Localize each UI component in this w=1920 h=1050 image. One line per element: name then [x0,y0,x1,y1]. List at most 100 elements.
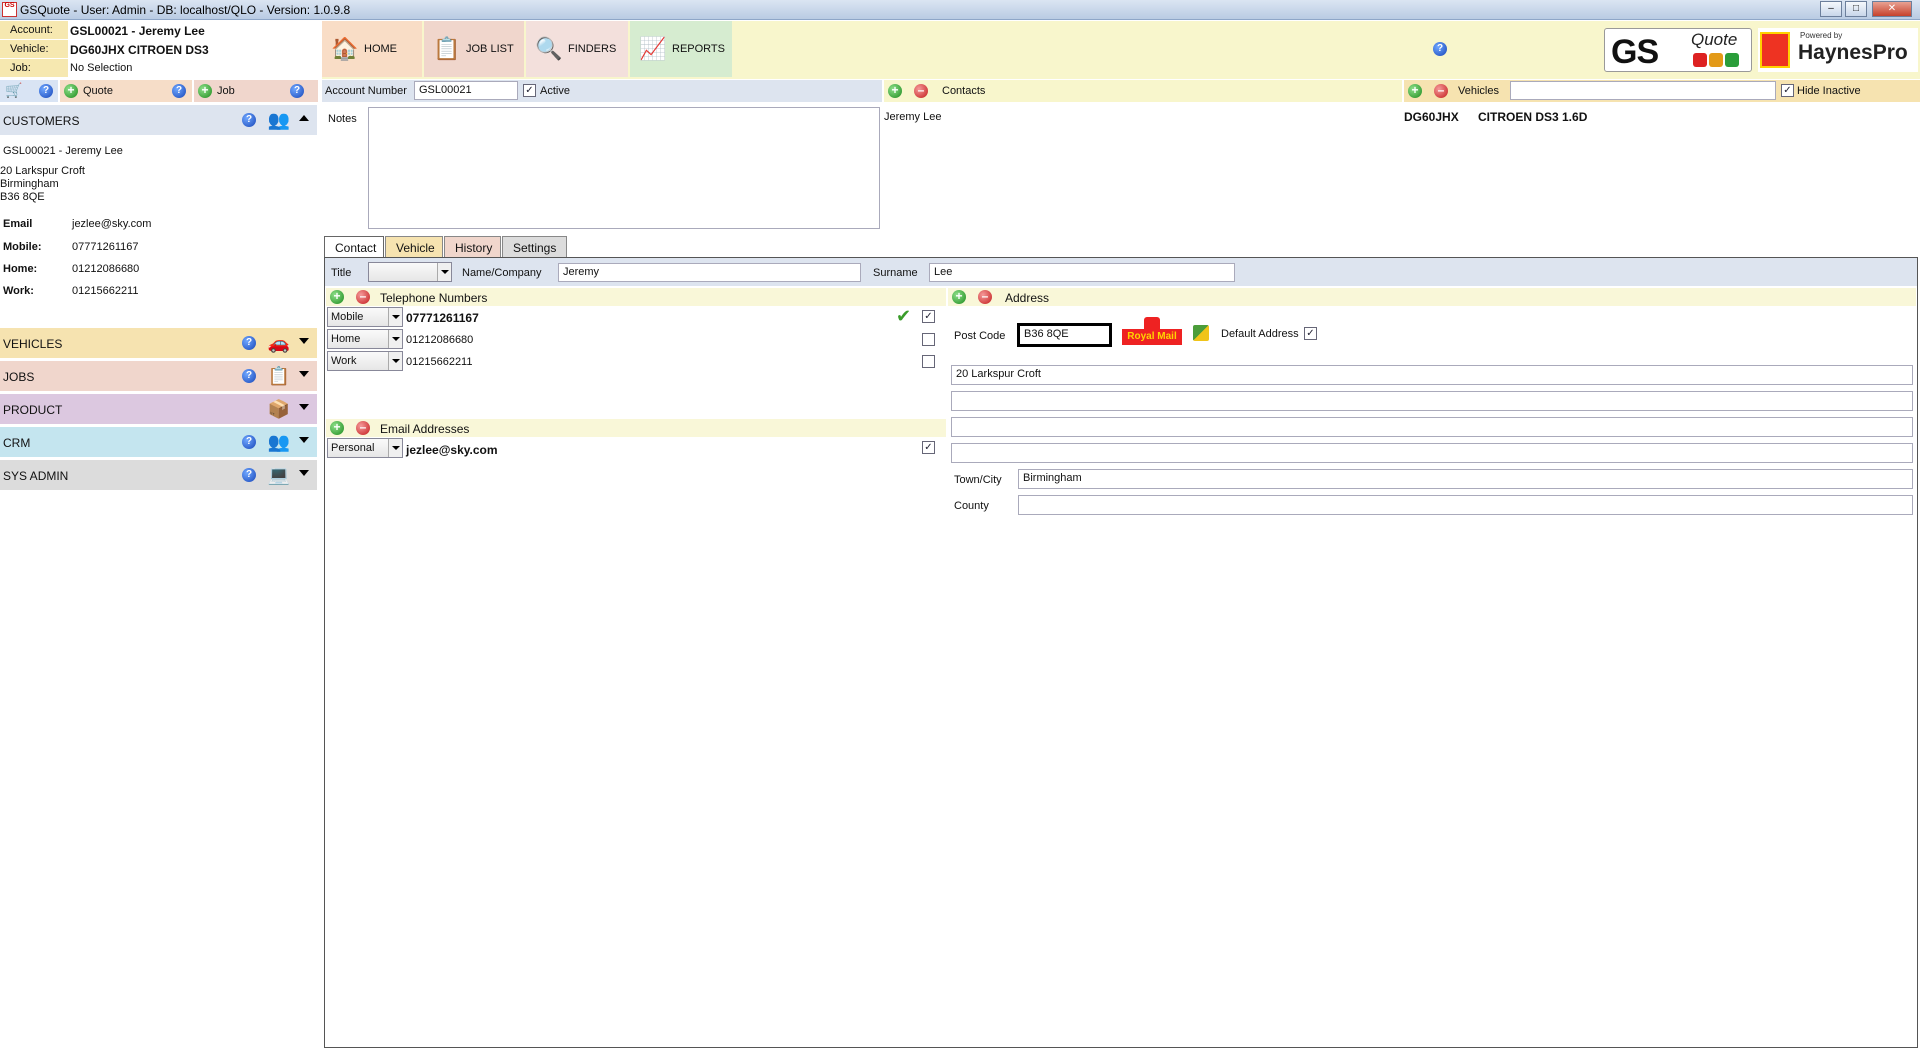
remove-vehicle-icon[interactable]: – [1434,84,1448,98]
notes-textarea[interactable] [368,107,880,229]
expand-arrow-icon[interactable] [299,404,309,410]
home-button[interactable]: 🏠 HOME [322,21,422,77]
sys-admin-help-icon[interactable]: ? [242,468,256,482]
default-address-checkbox[interactable]: ✓ [1304,327,1317,340]
sys-admin-label: SYS ADMIN [3,469,69,483]
quote-help-icon[interactable]: ? [172,84,186,98]
surname-field[interactable]: Lee [929,263,1235,282]
account-number-field[interactable]: GSL00021 [414,81,518,100]
address-line4-field[interactable] [951,443,1913,463]
cart-icon[interactable]: 🛒 [5,82,22,99]
royal-mail-lookup-button[interactable]: Royal Mail [1122,317,1182,353]
job-label-action: Job [217,85,235,97]
window-title: GSQuote - User: Admin - DB: localhost/QL… [20,3,351,17]
new-quote-button[interactable]: + Quote ? [60,80,192,102]
product-section-header[interactable]: PRODUCT 📦 [0,394,317,424]
jobs-help-icon[interactable]: ? [242,369,256,383]
county-field[interactable] [1018,495,1913,515]
customer-email[interactable]: jezlee@sky.com [72,218,151,230]
email-header-label: Email Addresses [380,422,470,436]
expand-arrow-icon[interactable] [299,437,309,443]
vehicle-search-field[interactable] [1510,81,1776,100]
customer-header: GSL00021 - Jeremy Lee [3,145,123,157]
cart-help-icon[interactable]: ? [39,84,53,98]
map-icon[interactable] [1193,325,1209,341]
close-button[interactable]: ✕ [1872,1,1912,17]
active-checkbox[interactable]: ✓ [523,84,536,97]
add-vehicle-icon[interactable]: + [1408,84,1422,98]
finders-button[interactable]: 🔍 FINDERS [526,21,628,77]
phone-type-select[interactable]: Work [327,351,403,371]
address-line3-field[interactable] [951,417,1913,437]
phone-type-select[interactable]: Mobile [327,307,403,327]
address-line2-field[interactable] [951,391,1913,411]
tab-history[interactable]: History [444,236,501,258]
postcode-field[interactable]: B36 8QE [1017,323,1112,347]
name-company-field[interactable]: Jeremy [558,263,861,282]
sys-admin-section-header[interactable]: SYS ADMIN ? 💻 [0,460,317,490]
add-email-icon[interactable]: + [330,421,344,435]
expand-arrow-icon[interactable] [299,470,309,476]
postcode-label: Post Code [954,330,1006,342]
email-label: Email [3,218,33,230]
email-type-select[interactable]: Personal [327,438,403,458]
remove-email-icon[interactable]: – [356,421,370,435]
remove-address-icon[interactable]: – [978,290,992,304]
add-address-icon[interactable]: + [952,290,966,304]
toolbar-help-icon[interactable]: ? [1433,42,1447,56]
hide-inactive-checkbox[interactable]: ✓ [1781,84,1794,97]
crm-section-header[interactable]: CRM ? 👥 [0,427,317,457]
job-help-icon[interactable]: ? [290,84,304,98]
crm-people-icon: 👥 [267,432,291,452]
add-phone-icon[interactable]: + [330,290,344,304]
tab-vehicle[interactable]: Vehicle [385,236,443,258]
minimize-button[interactable]: – [1820,1,1842,17]
expand-arrow-icon[interactable] [299,338,309,344]
chevron-down-icon [437,263,451,281]
customer-address-line1: 20 Larkspur Croft [0,165,85,177]
vehicles-section-header[interactable]: VEHICLES ? 🚗 [0,328,317,358]
phone-type-value: Mobile [331,311,364,323]
jobs-section-header[interactable]: JOBS ? 📋 [0,361,317,391]
phone-primary-checkbox[interactable]: ✓ [922,310,935,323]
maximize-button[interactable]: □ [1845,1,1867,17]
email-address[interactable]: jezlee@sky.com [406,443,498,457]
phone-number[interactable]: 07771261167 [406,311,479,325]
new-job-button[interactable]: + Job ? [194,80,318,102]
customers-help-icon[interactable]: ? [242,113,256,127]
phone-primary-checkbox[interactable] [922,355,935,368]
remove-phone-icon[interactable]: – [356,290,370,304]
royal-mail-text: Royal Mail [1122,329,1182,345]
phone-number[interactable]: 01212086680 [406,334,473,346]
house-icon: 🏠 [331,36,359,61]
address-line1-field[interactable]: 20 Larkspur Croft [951,365,1913,385]
town-city-field[interactable]: Birmingham [1018,469,1913,489]
crm-help-icon[interactable]: ? [242,435,256,449]
phone-primary-checkbox[interactable] [922,333,935,346]
vehicle-value[interactable]: DG60JHX CITROEN DS3 [70,43,209,57]
vehicle-reg[interactable]: DG60JHX [1404,110,1459,124]
job-value[interactable]: No Selection [70,62,132,74]
cart-cell: 🛒 ? [0,80,58,102]
remove-contact-icon[interactable]: – [914,84,928,98]
reports-button[interactable]: 📈 REPORTS [630,21,732,77]
customers-section-header[interactable]: CUSTOMERS ? 👥 [0,105,317,135]
clipboard-icon: 📋 [433,36,461,61]
phone-type-select[interactable]: Home [327,329,403,349]
title-select[interactable] [368,262,452,282]
vehicle-model[interactable]: CITROEN DS3 1.6D [1478,110,1587,124]
vehicles-help-icon[interactable]: ? [242,336,256,350]
expand-arrow-icon[interactable] [299,371,309,377]
account-value[interactable]: GSL00021 - Jeremy Lee [70,24,205,38]
mobile-label: Mobile: [3,241,42,253]
add-contact-icon[interactable]: + [888,84,902,98]
email-primary-checkbox[interactable]: ✓ [922,441,935,454]
job-list-button[interactable]: 📋 JOB LIST [424,21,524,77]
phone-number[interactable]: 01215662211 [406,356,472,368]
reports-button-label: REPORTS [672,43,725,55]
quote-label: Quote [83,85,113,97]
contact-list-item[interactable]: Jeremy Lee [884,111,941,123]
collapse-arrow-icon[interactable] [299,115,309,121]
tab-contact[interactable]: Contact [324,236,384,258]
tab-settings[interactable]: Settings [502,236,567,258]
